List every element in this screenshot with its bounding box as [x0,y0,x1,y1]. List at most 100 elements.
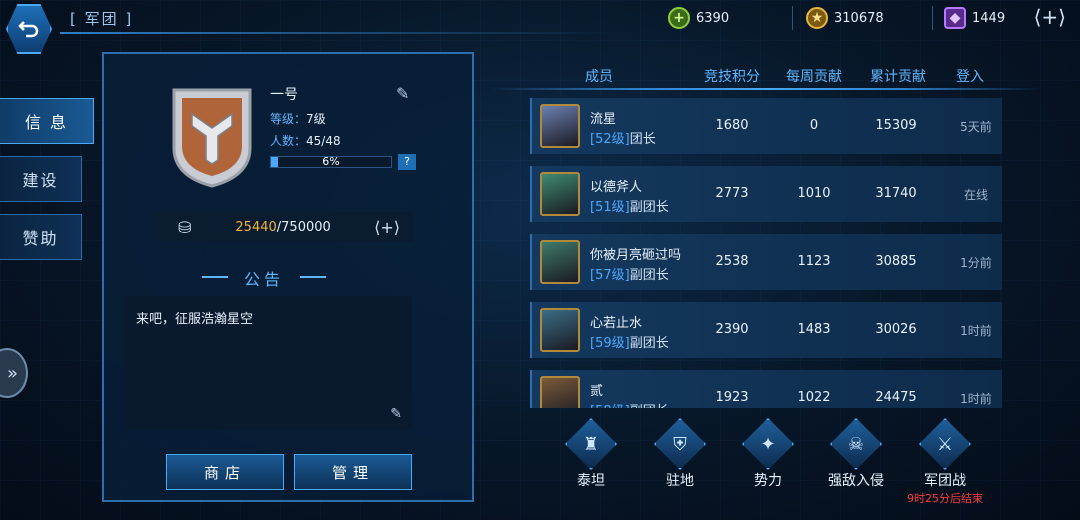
guild-level-row: 等级：7级 [270,110,326,127]
shop-button[interactable]: 商店 [166,454,284,490]
level-label: 等级： [270,112,307,126]
feature-invasion[interactable]: ☠ 强敌入侵 [816,418,896,490]
member-role: 副团长 [629,336,669,351]
member-last-login: 在线 [963,188,988,202]
fund-current: 25440 [235,219,277,235]
green-plus-coin-icon: + [668,7,690,29]
col-header-login: 登入 [956,69,984,85]
col-header-member: 成员 [585,69,613,85]
member-role: 副团长 [630,404,669,408]
title-underline [60,32,620,34]
member-list[interactable]: 流星 [52级]团长 1680 0 15309 5天前 以德斧人 [51级]副团… [530,98,1004,408]
member-arena-score: 1680 [715,118,749,133]
feature-timer: 9时25分后结束 [907,492,983,505]
guild-name: 一号 [270,87,298,103]
member-total-contribution: 30026 [875,322,917,337]
titan-icon: ♜ [565,418,617,470]
guild-emblem-icon [172,88,252,188]
feature-label: 驻地 [666,473,694,489]
back-arrow-icon [18,21,39,38]
resource-purple: ◆ 1449 [944,6,1005,30]
member-role: 副团长 [629,200,669,215]
page-title: [ 军团 ] [70,10,134,28]
member-avatar [540,104,580,148]
member-level: [57级] [590,268,630,283]
member-last-login: 1分前 [960,256,992,270]
guild-fund-row: ⛁ 25440/750000 ⟨+⟩ [154,212,414,242]
member-name: 以德斧人 [590,180,643,195]
member-row[interactable]: 你被月亮砸过吗 [57级]副团长 2538 1123 30885 1分前 [530,234,1002,290]
guild-war-icon: ⚔ [919,418,971,470]
member-total-contribution: 24475 [875,390,917,405]
feature-label: 强敌入侵 [828,473,884,489]
member-last-login: 1时前 [960,324,992,338]
col-header-total: 累计贡献 [870,69,926,85]
add-currency-button[interactable]: ⟨+⟩ [1034,5,1066,29]
member-last-login: 1时前 [960,392,992,406]
feature-label: 泰坦 [577,473,605,489]
money-bag-icon: ⛁ [178,217,192,237]
level-value: 7级 [306,112,326,126]
member-total-contribution: 15309 [875,118,917,133]
divider [932,6,933,30]
member-weekly-contribution: 1022 [797,390,831,405]
member-rank: [59级]副团长 [590,332,669,351]
notice-text: 来吧，征服浩瀚星空 [136,312,254,327]
double-chevron-icon: » [6,362,18,384]
member-role: 副团长 [629,268,669,283]
member-row[interactable]: 心若止水 [59级]副团长 2390 1483 30026 1时前 [530,302,1002,358]
add-fund-button[interactable]: ⟨+⟩ [374,218,400,237]
member-level: [59级] [590,336,630,351]
member-arena-score: 2390 [715,322,749,337]
members-label: 人数： [270,134,307,148]
edit-notice-icon[interactable]: ✎ [390,406,402,422]
nav-info[interactable]: 信 息 [0,98,94,144]
nav-sponsor[interactable]: 赞助 [0,214,82,260]
feature-guild-war[interactable]: ⚔ 军团战 9时25分后结束 [905,418,985,506]
faction-icon: ✦ [742,418,794,470]
member-role: 团长 [629,132,656,147]
member-list-panel: 成员 竞技积分 每周贡献 累计贡献 登入 流星 [52级]团长 1680 0 1… [480,56,1054,408]
fund-max: /750000 [276,219,331,235]
gold-star-coin-icon: ★ [806,7,828,29]
manage-button[interactable]: 管理 [294,454,412,490]
member-total-contribution: 30885 [875,254,917,269]
member-avatar [540,376,580,408]
member-avatar [540,308,580,352]
member-rank: [57级]副团长 [590,264,669,283]
resource-purple-value: 1449 [972,10,1006,26]
purple-crystal-icon: ◆ [944,7,966,29]
edit-name-icon[interactable]: ✎ [396,84,409,103]
member-arena-score: 1923 [715,390,749,405]
member-arena-score: 2538 [715,254,749,269]
feature-base[interactable]: ⛨ 驻地 [640,418,720,490]
feature-label: 军团战 [924,473,966,489]
member-avatar [540,172,580,216]
feature-faction[interactable]: ✦ 势力 [728,418,808,490]
member-name: 流星 [590,112,617,127]
notice-title: 公告 [202,266,326,290]
fund-amount: 25440/750000 [235,220,330,235]
member-name: 你被月亮砸过吗 [590,248,682,263]
member-rank: [52级]团长 [590,128,656,147]
member-weekly-contribution: 1010 [797,186,831,201]
member-name: 贰 [590,384,604,399]
top-bar: [ 军团 ] + 6390 ★ 310678 ◆ 1449 ⟨+⟩ [0,0,1080,54]
nav-build[interactable]: 建设 [0,156,82,202]
member-weekly-contribution: 1483 [797,322,831,337]
member-name: 心若止水 [590,316,643,331]
member-row[interactable]: 流星 [52级]团长 1680 0 15309 5天前 [530,98,1002,154]
resource-green: + 6390 [668,6,729,30]
help-button[interactable]: ? [398,154,416,170]
invasion-icon: ☠ [830,418,882,470]
member-weekly-contribution: 0 [809,118,819,133]
feature-titan[interactable]: ♜ 泰坦 [551,418,631,490]
col-header-arena: 竞技积分 [704,69,760,85]
resource-gold: ★ 310678 [806,6,884,30]
member-level: [51级] [590,200,630,215]
member-row[interactable]: 以德斧人 [51级]副团长 2773 1010 31740 在线 [530,166,1002,222]
member-level: [52级] [590,132,630,147]
member-row[interactable]: 贰 [58级]副团长 1923 1022 24475 1时前 [530,370,1002,408]
member-arena-score: 2773 [715,186,749,201]
col-header-weekly: 每周贡献 [786,69,842,85]
